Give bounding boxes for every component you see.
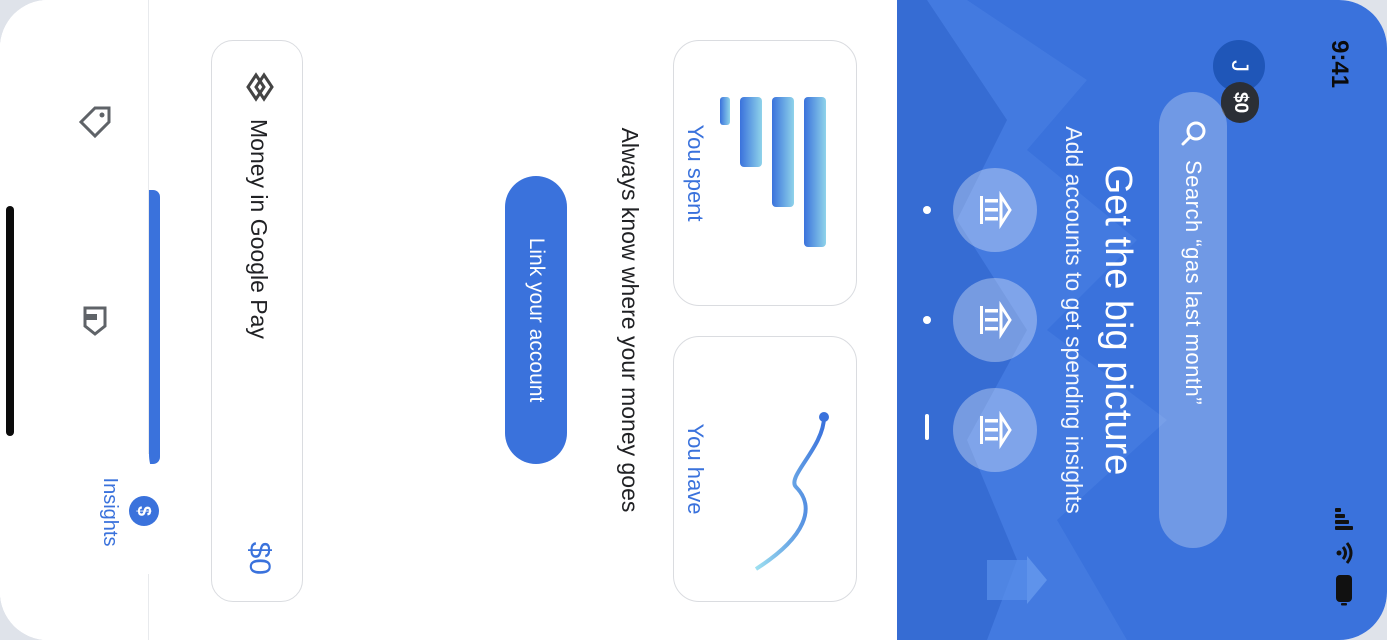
bank-icon	[980, 300, 1012, 340]
header-subtitle: Add accounts to get spending insights	[1061, 126, 1087, 514]
status-time: 9:41	[1326, 40, 1353, 89]
you-spent-label: You spent	[683, 124, 708, 222]
battery-icon	[1336, 575, 1352, 606]
balance-chip[interactable]: $0	[1221, 82, 1259, 124]
carousel-item[interactable]	[953, 168, 1037, 252]
home-indicator[interactable]	[6, 206, 14, 436]
carousel-dot[interactable]	[923, 316, 931, 324]
search-bar[interactable]: Search “gas last month”	[1159, 92, 1227, 548]
trend-line-icon	[754, 412, 829, 571]
you-have-label: You have	[683, 423, 708, 515]
signal-icon	[1335, 508, 1353, 532]
search-placeholder: Search “gas last month”	[1181, 160, 1206, 406]
link-account-button[interactable]: Link your account	[505, 176, 567, 464]
money-amount: $0	[243, 541, 276, 575]
insights-header: 9:41 J $0 Search “gas last month” Get th…	[897, 0, 1387, 640]
label-icon	[83, 306, 107, 336]
bar-chart-icon	[720, 97, 826, 247]
bank-icon	[980, 190, 1012, 230]
search-icon	[1181, 121, 1206, 146]
wifi-icon	[1336, 542, 1353, 564]
google-pay-balance-icon	[246, 72, 274, 102]
money-label: Money in Google Pay	[246, 119, 272, 339]
phone-frame: 9:41 J $0 Search “gas last month” Get th…	[0, 0, 1387, 640]
money-in-google-pay-row[interactable]: Money in Google Pay $0	[211, 40, 303, 602]
nav-tab-labels[interactable]	[65, 290, 125, 350]
nav-tab-insights-label[interactable]: Insights	[98, 460, 121, 564]
carousel-dot-active[interactable]	[925, 414, 929, 440]
you-spent-card[interactable]: You spent	[673, 40, 857, 306]
you-have-card[interactable]: You have	[673, 336, 857, 602]
status-icons	[1335, 508, 1353, 606]
google-pay-insights-screen: 9:41 J $0 Search “gas last month” Get th…	[0, 0, 1387, 640]
carousel-dot[interactable]	[923, 206, 931, 214]
bank-icon	[980, 410, 1012, 450]
tagline: Always know where your money goes	[617, 127, 643, 513]
insights-icon[interactable]: $	[129, 496, 159, 526]
header-title: Get the big picture	[1097, 164, 1139, 476]
carousel-item[interactable]	[953, 388, 1037, 472]
nav-tab-deals[interactable]	[65, 92, 125, 152]
carousel-item[interactable]	[953, 278, 1037, 362]
tag-icon	[78, 106, 111, 139]
